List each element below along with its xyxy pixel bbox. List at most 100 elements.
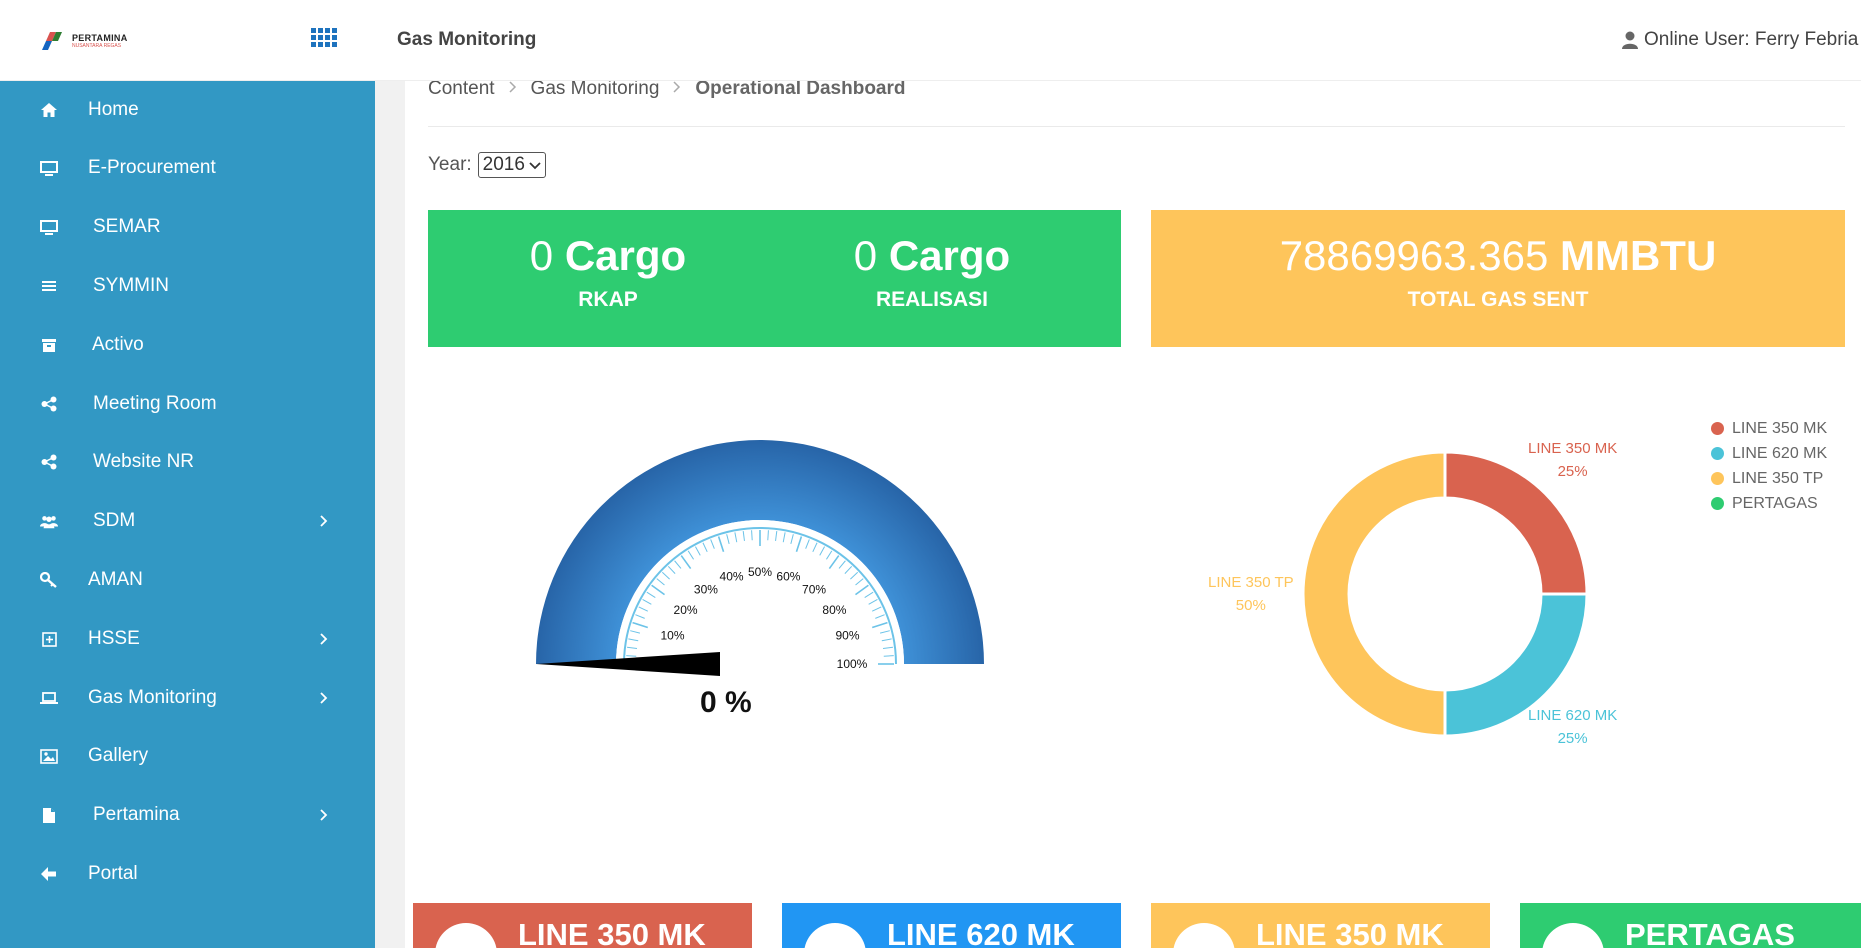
gauge-tick: [882, 639, 892, 641]
card-title: LINE 350 MK: [1256, 917, 1444, 948]
line-card[interactable]: LINE 620 MK: [782, 903, 1121, 948]
gauge-tick: [856, 579, 864, 585]
gauge-tick: [791, 534, 793, 544]
gauge-tick: [783, 532, 785, 542]
sidebar-item-portal[interactable]: Portal: [0, 845, 375, 903]
gauge-tick: [719, 537, 724, 552]
pertamina-logo[interactable]: PERTAMINA NUSANTARA REGAS: [42, 30, 128, 52]
gauge-tick: [776, 531, 777, 541]
legend-dot-icon: [1711, 497, 1724, 510]
gauge-tick: [630, 631, 640, 633]
card-title: LINE 620 MK: [887, 917, 1075, 948]
online-user-label: Online User: Ferry Febria: [1644, 29, 1858, 51]
gauge-tick: [711, 539, 715, 548]
year-select[interactable]: 2016: [478, 152, 546, 178]
sidebar-item-label: Pertamina: [93, 804, 180, 826]
gauge-tick: [880, 631, 890, 633]
sidebar-item-home[interactable]: Home: [0, 81, 375, 139]
gauge-tick: [652, 585, 665, 594]
gauge-tick: [806, 539, 810, 548]
legend-item[interactable]: PERTAGAS: [1711, 491, 1827, 516]
donut-slice-percent: 25%: [1528, 460, 1617, 483]
breadcrumb-item-gas-monitoring[interactable]: Gas Monitoring: [531, 78, 660, 100]
realisasi-unit: Cargo: [889, 232, 1010, 279]
donut-slice-percent: 50%: [1208, 594, 1294, 617]
gauge-tick: [845, 566, 852, 573]
sidebar-item-e-procurement[interactable]: E-Procurement: [0, 139, 375, 197]
gauge-tick: [768, 530, 769, 540]
legend-item[interactable]: LINE 350 TP: [1711, 466, 1827, 491]
rkap-stat: 0 Cargo RKAP: [508, 232, 708, 312]
legend-dot-icon: [1711, 447, 1724, 460]
apps-grid-icon[interactable]: [311, 28, 337, 50]
donut-slice: [1303, 452, 1445, 736]
sidebar-item-gas-monitoring[interactable]: Gas Monitoring: [0, 669, 375, 727]
online-user[interactable]: Online User: Ferry Febria: [1622, 29, 1858, 51]
card-circle-icon: [435, 923, 497, 948]
gauge-tick: [869, 599, 878, 604]
gauge-tick: [662, 572, 669, 579]
gauge-tick: [839, 561, 845, 569]
rkap-value: 0: [530, 232, 553, 279]
sidebar-item-meeting-room[interactable]: Meeting Room: [0, 375, 375, 433]
sidebar-item-aman[interactable]: AMAN: [0, 551, 375, 609]
sidebar-item-activo[interactable]: Activo: [0, 316, 375, 374]
sidebar-item-label: Gas Monitoring: [88, 687, 217, 709]
line-card[interactable]: LINE 350 MK: [1151, 903, 1490, 948]
line-card[interactable]: PERTAGAS: [1520, 903, 1861, 948]
top-header: PERTAMINA NUSANTARA REGAS Gas Monitoring…: [0, 0, 1861, 81]
sidebar-item-semar[interactable]: SEMAR: [0, 198, 375, 256]
sidebar-item-symmin[interactable]: SYMMIN: [0, 257, 375, 315]
year-select-value: 2016: [483, 154, 525, 176]
gauge-tick: [826, 551, 831, 559]
gauge-tick-label: 80%: [822, 603, 846, 617]
gauge-tick: [647, 592, 655, 597]
gauge-tick: [850, 572, 857, 579]
total-gas-box: 78869963.365 MMBTU TOTAL GAS SENT: [1151, 210, 1845, 347]
legend-label: LINE 620 MK: [1732, 445, 1827, 463]
legend-item[interactable]: LINE 350 MK: [1711, 416, 1827, 441]
gauge-tick: [635, 615, 644, 619]
sidebar-item-label: Gallery: [88, 745, 148, 767]
year-label: Year:: [428, 154, 472, 176]
rkap-unit: Cargo: [565, 232, 686, 279]
sidebar-item-pertamina[interactable]: Pertamina: [0, 786, 375, 844]
logo-subtitle: NUSANTARA REGAS: [72, 43, 128, 49]
sidebar: Home E-Procurement SEMAR SYMMIN Activo M…: [0, 81, 375, 948]
gauge-tick: [752, 530, 753, 540]
chevron-right-icon: [673, 80, 681, 98]
sidebar-item-label: SDM: [93, 510, 135, 532]
gauge-tick: [657, 579, 665, 585]
gauge-tick: [628, 639, 638, 641]
gauge-tick: [627, 647, 637, 648]
legend-dot-icon: [1711, 472, 1724, 485]
gauge-tick: [820, 547, 825, 556]
gauge-tick: [875, 615, 884, 619]
sidebar-item-website-nr[interactable]: Website NR: [0, 433, 375, 491]
gauge-tick: [883, 647, 893, 648]
gauge-tick: [639, 607, 648, 611]
sidebar-item-hsse[interactable]: HSSE: [0, 610, 375, 668]
sidebar-item-label: Activo: [92, 334, 144, 356]
pertamina-logo-mark-icon: [42, 30, 68, 52]
gauge-tick: [813, 543, 817, 552]
gauge-tick: [675, 561, 681, 569]
chevron-right-icon: [318, 692, 330, 704]
line-card[interactable]: LINE 350 MK: [413, 903, 752, 948]
legend-dot-icon: [1711, 422, 1724, 435]
gauge-tick-label: 100%: [837, 657, 868, 671]
sidebar-item-label: HSSE: [88, 628, 140, 650]
legend-item[interactable]: LINE 620 MK: [1711, 441, 1827, 466]
sidebar-item-sdm[interactable]: SDM: [0, 492, 375, 550]
total-gas-label: TOTAL GAS SENT: [1151, 288, 1845, 312]
breadcrumb-item-content[interactable]: Content: [428, 78, 495, 100]
gauge-tick: [703, 543, 707, 552]
donut-slice-label: LINE 350 MK25%: [1528, 437, 1617, 483]
realisasi-value: 0: [854, 232, 877, 279]
card-circle-icon: [1542, 923, 1604, 948]
gauge-tick: [681, 556, 690, 569]
year-filter: Year: 2016: [428, 152, 546, 178]
sidebar-item-label: SEMAR: [93, 216, 161, 238]
sidebar-item-gallery[interactable]: Gallery: [0, 727, 375, 785]
chevron-down-icon: [529, 154, 541, 176]
